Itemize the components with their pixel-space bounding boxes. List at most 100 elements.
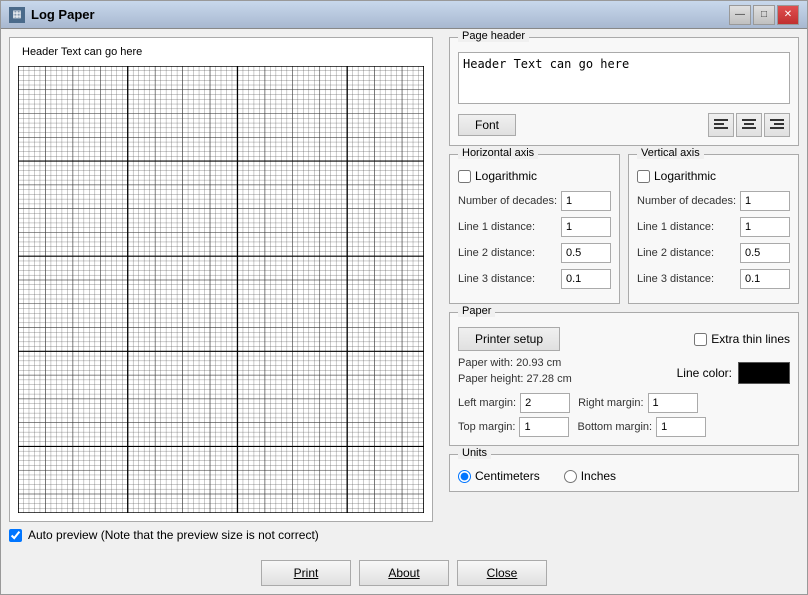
- page-header-section-title: Page header: [458, 30, 529, 42]
- auto-preview-label: Auto preview (Note that the preview size…: [28, 528, 319, 542]
- paper-section-title: Paper: [458, 305, 495, 317]
- log-grid-svg: [18, 66, 424, 513]
- paper-width-text: Paper with: 20.93 cm: [458, 357, 572, 369]
- printer-setup-button[interactable]: Printer setup: [458, 327, 560, 351]
- horizontal-axis-title: Horizontal axis: [458, 147, 538, 159]
- v-decades-input[interactable]: [740, 191, 790, 211]
- main-window: ▦ Log Paper — □ ✕ Header Text can go her…: [0, 0, 808, 595]
- align-left-button[interactable]: [708, 113, 734, 137]
- auto-preview-bar: Auto preview (Note that the preview size…: [9, 526, 433, 544]
- header-text-input[interactable]: Header Text can go here: [458, 52, 790, 104]
- h-line3-input[interactable]: [561, 269, 611, 289]
- v-logarithmic-checkbox[interactable]: [637, 170, 650, 183]
- align-right-icon: [770, 119, 784, 131]
- inches-option: Inches: [564, 469, 616, 483]
- align-right-button[interactable]: [764, 113, 790, 137]
- title-buttons: — □ ✕: [729, 5, 799, 25]
- h-line3-row: Line 3 distance:: [458, 269, 611, 289]
- right-margin-input[interactable]: [648, 393, 698, 413]
- units-section: Units Centimeters Inches: [449, 454, 799, 492]
- main-content: Header Text can go here: [1, 29, 807, 552]
- h-logarithmic-checkbox[interactable]: [458, 170, 471, 183]
- h-logarithmic-label: Logarithmic: [475, 169, 537, 183]
- close-label: Close: [487, 566, 518, 580]
- centimeters-label: Centimeters: [475, 469, 540, 483]
- v-line3-input[interactable]: [740, 269, 790, 289]
- print-button[interactable]: Print: [261, 560, 351, 586]
- h-line1-label: Line 1 distance:: [458, 221, 535, 233]
- v-line1-row: Line 1 distance:: [637, 217, 790, 237]
- bottom-margin-label: Bottom margin:: [577, 421, 652, 433]
- about-label: About: [388, 566, 419, 580]
- h-line1-row: Line 1 distance:: [458, 217, 611, 237]
- v-decades-row: Number of decades:: [637, 191, 790, 211]
- line-color-row: Line color:: [677, 362, 790, 384]
- font-row: Font: [458, 113, 790, 137]
- minimize-button[interactable]: —: [729, 5, 751, 25]
- v-line2-input[interactable]: [740, 243, 790, 263]
- print-label: Print: [294, 566, 319, 580]
- h-line3-label: Line 3 distance:: [458, 273, 535, 285]
- top-margin-label: Top margin:: [458, 421, 515, 433]
- page-header-section: Page header Header Text can go here Font: [449, 37, 799, 146]
- title-bar-left: ▦ Log Paper: [9, 7, 95, 23]
- units-radio-row: Centimeters Inches: [458, 469, 790, 483]
- title-bar: ▦ Log Paper — □ ✕: [1, 1, 807, 29]
- align-left-icon: [714, 119, 728, 131]
- about-button[interactable]: About: [359, 560, 449, 586]
- centimeters-option: Centimeters: [458, 469, 540, 483]
- left-margin-pair: Left margin:: [458, 393, 570, 413]
- auto-preview-checkbox[interactable]: [9, 529, 22, 542]
- grid-canvas: [18, 66, 424, 513]
- vertical-axis-title: Vertical axis: [637, 147, 704, 159]
- left-margin-input[interactable]: [520, 393, 570, 413]
- centimeters-radio[interactable]: [458, 470, 471, 483]
- extra-thin-checkbox[interactable]: [694, 333, 707, 346]
- window-title: Log Paper: [31, 7, 95, 22]
- right-margin-label: Right margin:: [578, 397, 643, 409]
- h-decades-input[interactable]: [561, 191, 611, 211]
- h-line2-row: Line 2 distance:: [458, 243, 611, 263]
- h-line2-input[interactable]: [561, 243, 611, 263]
- line-color-swatch[interactable]: [738, 362, 790, 384]
- v-line3-row: Line 3 distance:: [637, 269, 790, 289]
- v-logarithmic-label: Logarithmic: [654, 169, 716, 183]
- app-icon: ▦: [9, 7, 25, 23]
- h-logarithmic-row: Logarithmic: [458, 169, 611, 183]
- inches-radio[interactable]: [564, 470, 577, 483]
- left-margin-label: Left margin:: [458, 397, 516, 409]
- maximize-button[interactable]: □: [753, 5, 775, 25]
- font-button[interactable]: Font: [458, 114, 516, 136]
- preview-area: Header Text can go here: [9, 37, 433, 522]
- vertical-axis-section: Vertical axis Logarithmic Number of deca…: [628, 154, 799, 304]
- units-section-title: Units: [458, 447, 491, 459]
- h-decades-row: Number of decades:: [458, 191, 611, 211]
- close-button[interactable]: Close: [457, 560, 547, 586]
- bottom-margin-input[interactable]: [656, 417, 706, 437]
- inches-label: Inches: [581, 469, 616, 483]
- controls-panel: Page header Header Text can go here Font: [441, 29, 807, 552]
- preview-header-text: Header Text can go here: [22, 46, 142, 58]
- align-center-button[interactable]: [736, 113, 762, 137]
- h-decades-label: Number of decades:: [458, 195, 557, 207]
- axes-row: Horizontal axis Logarithmic Number of de…: [449, 154, 799, 304]
- v-decades-label: Number of decades:: [637, 195, 736, 207]
- paper-info-col: Paper with: 20.93 cm Paper height: 27.28…: [458, 357, 572, 389]
- extra-thin-label: Extra thin lines: [711, 332, 790, 346]
- h-line1-input[interactable]: [561, 217, 611, 237]
- align-center-icon: [742, 119, 756, 131]
- paper-height-text: Paper height: 27.28 cm: [458, 373, 572, 385]
- line-color-label: Line color:: [677, 366, 732, 380]
- top-margin-input[interactable]: [519, 417, 569, 437]
- v-line3-label: Line 3 distance:: [637, 273, 714, 285]
- horizontal-axis-section: Horizontal axis Logarithmic Number of de…: [449, 154, 620, 304]
- top-margin-pair: Top margin:: [458, 417, 569, 437]
- v-line1-label: Line 1 distance:: [637, 221, 714, 233]
- bottom-margin-pair: Bottom margin:: [577, 417, 706, 437]
- extra-thin-row: Extra thin lines: [694, 332, 790, 346]
- v-line1-input[interactable]: [740, 217, 790, 237]
- v-logarithmic-row: Logarithmic: [637, 169, 790, 183]
- h-line2-label: Line 2 distance:: [458, 247, 535, 259]
- bottom-buttons: Print About Close: [1, 552, 807, 594]
- close-window-button[interactable]: ✕: [777, 5, 799, 25]
